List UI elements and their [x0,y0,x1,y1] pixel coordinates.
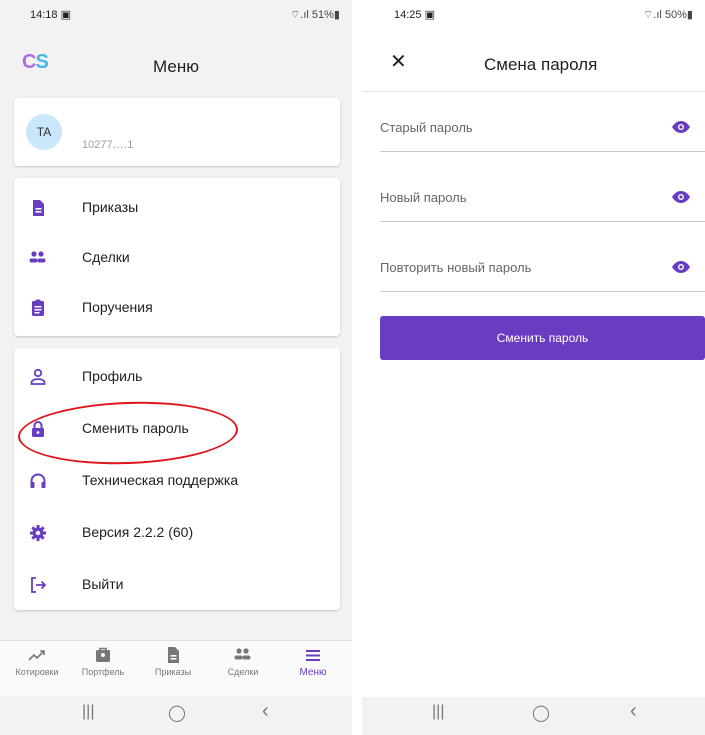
old-password-placeholder: Старый пароль [380,120,473,135]
menu-item-logout[interactable]: Выйти [14,561,340,607]
hamburger-icon [306,650,320,661]
back-button[interactable]: ‹ [262,700,269,723]
menu-item-profile[interactable]: Профиль [14,353,340,399]
menu-item-label: Поручения [82,299,153,315]
app-header: CS Меню [0,40,352,92]
eye-icon[interactable] [671,190,691,204]
recent-apps-button[interactable]: ||| [82,703,94,721]
menu-item-label: Версия 2.2.2 (60) [82,524,194,540]
document-icon [168,647,179,663]
menu-item-version[interactable]: Версия 2.2.2 (60) [14,509,340,555]
menu-item-label: Выйти [82,576,124,592]
document-icon [33,200,44,216]
headset-icon [30,473,46,488]
menu-screen: 14:18 ▣ ⌔.ıl 51%▮ CS Меню TA 10277‥‥1 Пр… [0,0,352,735]
recent-apps-button[interactable]: ||| [432,703,444,721]
briefcase-icon [96,647,110,662]
settings-menu: Профиль Сменить пароль Техническая подде… [14,348,340,610]
nav-portfolio[interactable]: Портфель [70,645,136,677]
system-navigation-bar: ||| ◯ ‹ [362,697,705,735]
eye-icon[interactable] [671,260,691,274]
logout-icon [31,577,47,593]
new-password-placeholder: Новый пароль [380,190,467,205]
status-bar: 14:25 ▣ ⌔.ıl 50%▮ [362,0,705,40]
status-time: 14:18 ▣ [30,9,71,21]
nav-menu[interactable]: Меню [280,645,346,678]
eye-icon[interactable] [671,120,691,134]
page-title: Смена пароля [484,55,598,74]
change-password-button[interactable]: Сменить пароль [380,316,705,360]
documents-menu: Приказы Сделки Поручения [14,178,340,336]
people-icon [234,648,251,660]
menu-item-label: Техническая поддержка [82,472,239,488]
menu-item-deals[interactable]: Сделки [14,234,340,280]
clipboard-icon [32,299,44,316]
home-button[interactable]: ◯ [168,703,186,723]
back-button[interactable]: ‹ [630,700,637,723]
nav-deals[interactable]: Сделки [210,645,276,677]
person-icon [30,368,46,385]
close-icon[interactable]: ✕ [390,52,407,72]
system-navigation-bar: ||| ◯ ‹ [0,697,352,735]
menu-item-orders[interactable]: Приказы [14,184,340,230]
menu-item-support[interactable]: Техническая поддержка [14,457,340,503]
app-header: ✕ Смена пароля [362,40,705,92]
menu-item-label: Профиль [82,368,143,384]
menu-item-label: Сделки [82,249,130,265]
menu-item-instructions[interactable]: Поручения [14,284,340,330]
repeat-password-field[interactable]: Повторить новый пароль [380,234,705,292]
people-icon [29,251,46,263]
change-password-screen: 14:25 ▣ ⌔.ıl 50%▮ ✕ Смена пароля Старый … [362,0,705,735]
new-password-field[interactable]: Новый пароль [380,164,705,222]
status-indicators: ⌔.ıl 50%▮ [642,9,693,21]
bottom-navigation: Котировки Портфель Приказы Сделки Меню [0,640,352,696]
avatar: TA [26,114,62,150]
nav-orders[interactable]: Приказы [140,645,206,677]
status-indicators: ⌔.ıl 51%▮ [289,9,340,21]
trend-icon [28,650,45,661]
menu-item-label: Приказы [82,199,139,215]
status-bar: 14:18 ▣ ⌔.ıl 51%▮ [0,0,352,40]
profile-card[interactable]: TA 10277‥‥1 [14,98,340,166]
old-password-field[interactable]: Старый пароль [380,94,705,152]
account-number: 10277‥‥1 [82,139,134,151]
gear-icon [30,525,46,541]
page-title: Меню [153,57,199,76]
home-button[interactable]: ◯ [532,703,550,723]
repeat-password-placeholder: Повторить новый пароль [380,260,532,275]
nav-quotes[interactable]: Котировки [4,645,70,677]
status-time: 14:25 ▣ [394,9,435,21]
